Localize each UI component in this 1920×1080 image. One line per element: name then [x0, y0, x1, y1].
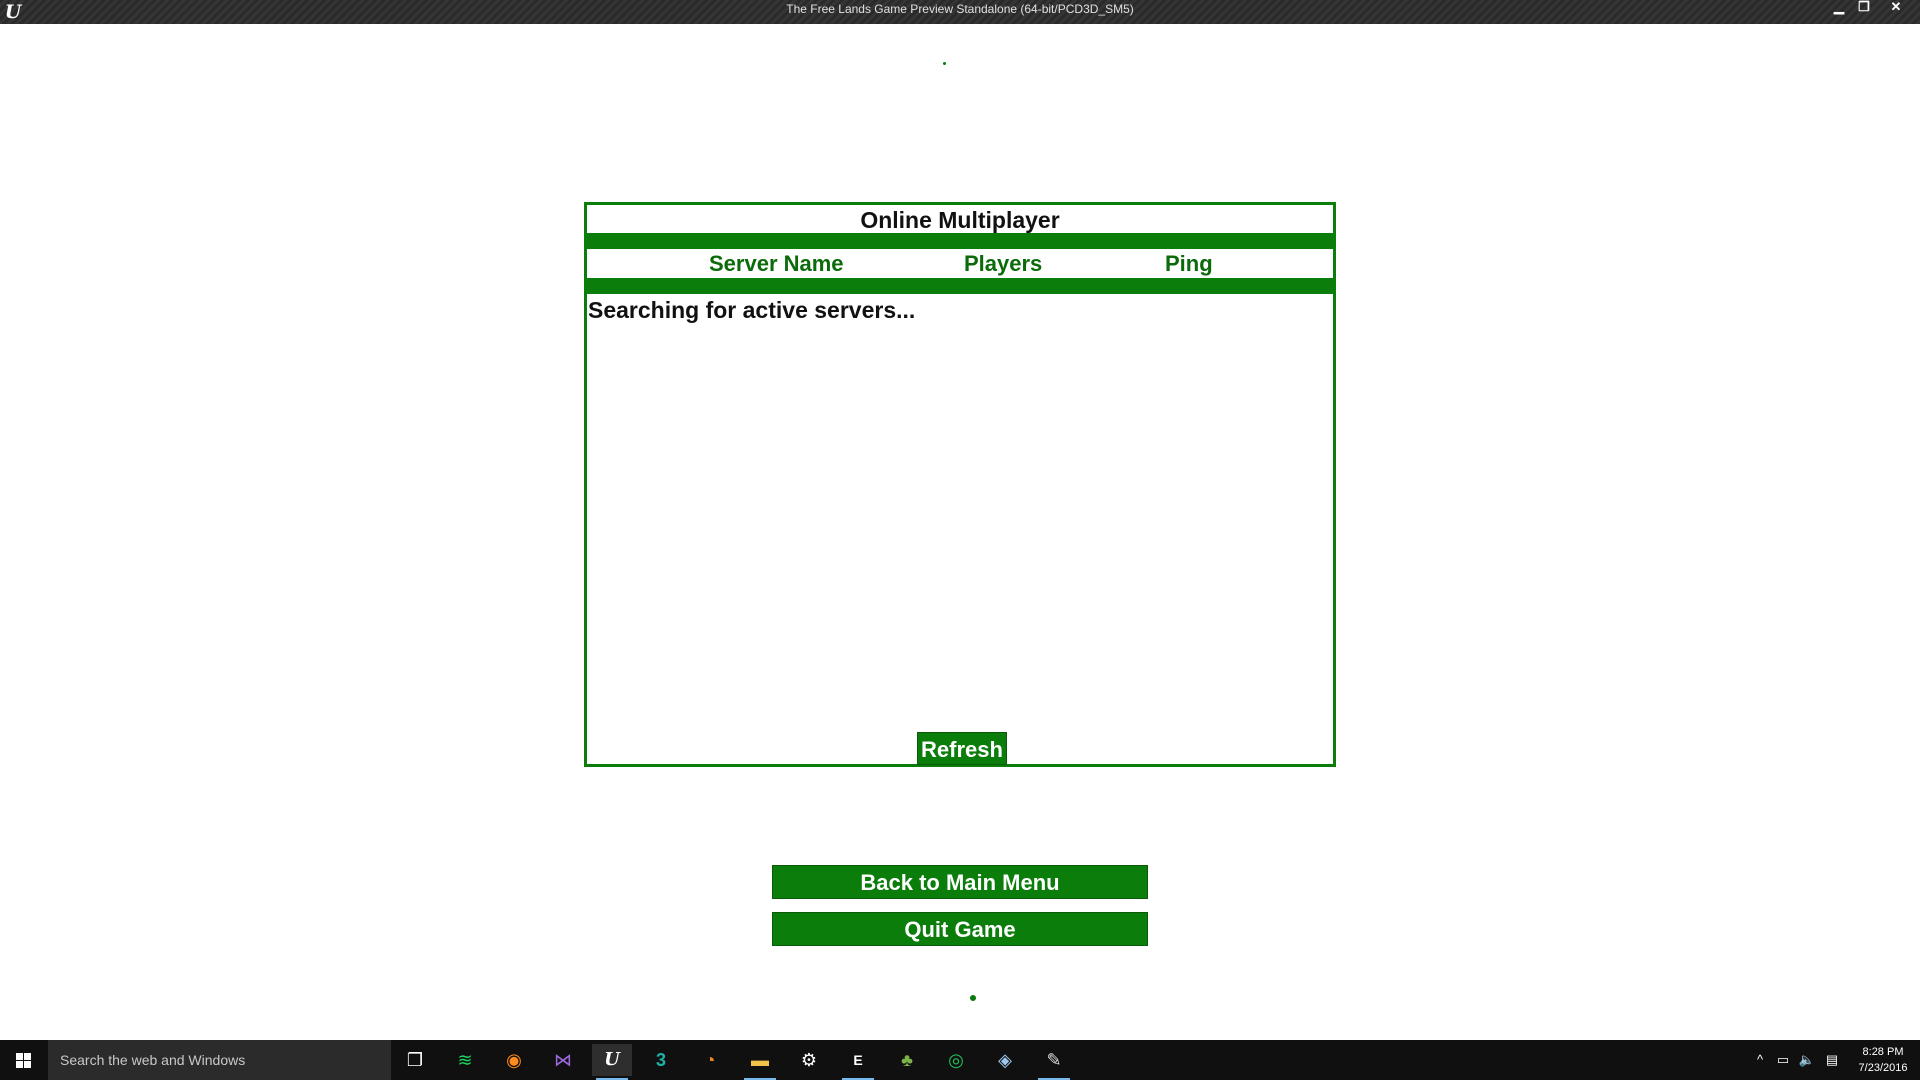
minimize-button[interactable]: ▁: [1827, 0, 1851, 16]
column-header-ping: Ping: [1165, 251, 1213, 276]
blender-icon[interactable]: ◔: [690, 1044, 730, 1076]
steam-icon[interactable]: ◈: [985, 1044, 1025, 1076]
start-button[interactable]: [0, 1040, 48, 1080]
clock-date: 7/23/2016: [1858, 1062, 1908, 1074]
panel-title: Online Multiplayer: [860, 207, 1060, 233]
settings-gear-icon[interactable]: ⚙: [789, 1044, 829, 1076]
tray-chevron-icon[interactable]: ^: [1750, 1040, 1770, 1080]
volume-muted-icon[interactable]: 🔈: [1796, 1040, 1818, 1080]
divider: [587, 233, 1333, 249]
xbox-icon[interactable]: ◎: [936, 1044, 976, 1076]
visual-studio-icon[interactable]: ⋈: [543, 1044, 583, 1076]
window-title-bar[interactable]: U The Free Lands Game Preview Standalone…: [0, 0, 1920, 24]
refresh-button[interactable]: Refresh: [917, 732, 1007, 765]
decorative-dot: [943, 62, 946, 65]
close-button[interactable]: ✕: [1884, 0, 1908, 16]
server-browser-panel: Online Multiplayer Server Name Players P…: [584, 202, 1336, 767]
taskbar: Search the web and Windows ❐ ≋ ◉ ⋈ U 3 ◔…: [0, 1040, 1920, 1080]
quit-game-button[interactable]: Quit Game: [772, 912, 1148, 946]
clock-time: 8:28 PM: [1862, 1046, 1904, 1058]
epic-launcher-icon[interactable]: E: [838, 1044, 878, 1080]
unreal-engine-icon[interactable]: U: [592, 1044, 632, 1080]
search-input[interactable]: Search the web and Windows: [48, 1040, 391, 1080]
network-icon[interactable]: ▭: [1772, 1040, 1794, 1080]
epic-launcher-glyph: E: [853, 1052, 863, 1068]
column-header-server-name: Server Name: [709, 251, 844, 276]
3ds-max-icon[interactable]: 3: [641, 1044, 681, 1076]
firefox-icon[interactable]: ◉: [494, 1044, 534, 1076]
back-to-main-menu-button[interactable]: Back to Main Menu: [772, 865, 1148, 899]
unreal-engine-glyph: U: [604, 1049, 620, 1070]
decorative-dot: [970, 995, 976, 1001]
window-title: The Free Lands Game Preview Standalone (…: [786, 2, 1134, 16]
divider: [587, 278, 1333, 294]
tree-app-icon[interactable]: ♣: [887, 1044, 927, 1076]
file-explorer-glyph: ▬: [751, 1050, 769, 1070]
maximize-button[interactable]: ❐: [1852, 0, 1876, 16]
spotify-icon[interactable]: ≋: [445, 1044, 485, 1076]
paint-glyph: ✎: [1046, 1050, 1062, 1070]
search-status-text: Searching for active servers...: [588, 297, 916, 323]
paint-icon[interactable]: ✎: [1034, 1044, 1074, 1080]
column-header-players: Players: [964, 251, 1043, 276]
clock[interactable]: 8:28 PM 7/23/2016: [1850, 1044, 1916, 1076]
windows-logo-icon: [16, 1053, 32, 1068]
task-view-icon[interactable]: ❐: [395, 1044, 435, 1076]
notifications-icon[interactable]: ▤: [1820, 1040, 1844, 1080]
file-explorer-icon[interactable]: ▬: [740, 1044, 780, 1080]
